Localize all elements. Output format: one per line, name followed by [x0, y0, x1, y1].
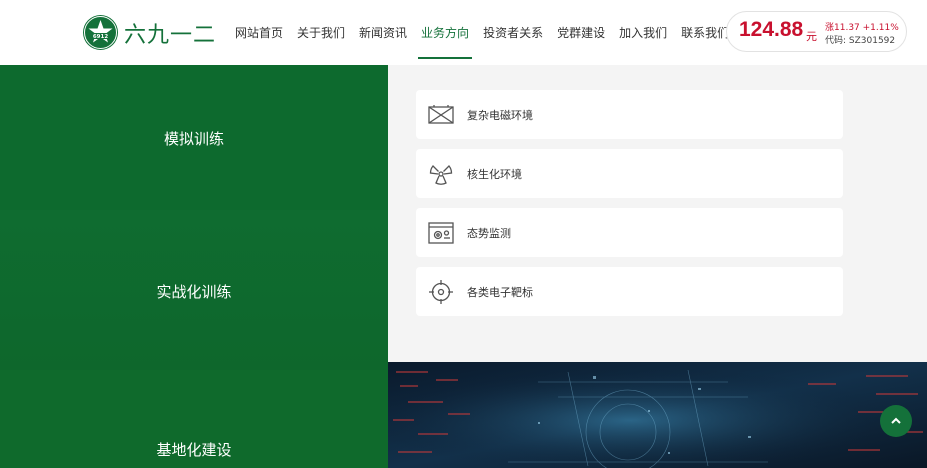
panel-label: 基地化建设 — [156, 440, 232, 459]
back-to-top-button[interactable] — [880, 405, 912, 437]
tech-background-image — [388, 362, 927, 468]
panel-label: 模拟训练 — [163, 130, 224, 148]
category-label: 核生化环境 — [467, 167, 522, 181]
nav-item-party[interactable]: 党群建设 — [550, 0, 612, 65]
logo[interactable]: 6912 六九一二 — [83, 15, 216, 50]
category-label: 复杂电磁环境 — [467, 108, 533, 122]
category-item-nbc[interactable]: 核生化环境 — [416, 149, 843, 198]
stock-price: 124.88 — [739, 18, 804, 41]
stock-ticker: 124.88 元 涨11.37 +1.11% 代码: SZ301592 — [726, 11, 907, 52]
main-nav: 网站首页 关于我们 新闻资讯 业务方向 投资者关系 党群建设 加入我们 联系我们 — [228, 0, 736, 65]
category-item-situation[interactable]: 态势监测 — [416, 208, 843, 257]
panel-simulation-training[interactable]: 模拟训练 — [0, 65, 388, 210]
site-header: 6912 六九一二 网站首页 关于我们 新闻资讯 业务方向 投资者关系 党群建设… — [0, 0, 927, 65]
panel-label: 实战化训练 — [156, 282, 232, 301]
nav-item-about[interactable]: 关于我们 — [290, 0, 352, 65]
brand-name: 六九一二 — [124, 22, 217, 48]
category-list: 复杂电磁环境 核生化环境 态势监测 各类电子靶标 — [388, 65, 927, 362]
category-item-targets[interactable]: 各类电子靶标 — [416, 267, 843, 316]
crosshair-target-icon — [427, 278, 455, 306]
monitor-gear-icon — [427, 219, 455, 247]
nav-item-careers[interactable]: 加入我们 — [612, 0, 674, 65]
nav-item-news[interactable]: 新闻资讯 — [352, 0, 414, 65]
stock-unit: 元 — [806, 30, 817, 43]
star-badge-icon: 6912 — [83, 15, 118, 50]
svg-text:6912: 6912 — [93, 34, 108, 40]
stock-change: 涨11.37 +1.11% — [825, 23, 899, 33]
category-label: 各类电子靶标 — [467, 285, 533, 299]
nav-item-home[interactable]: 网站首页 — [228, 0, 290, 65]
radiation-icon — [427, 160, 455, 188]
electromagnetic-box-icon — [427, 101, 455, 129]
panel-combat-training[interactable]: 实战化训练 — [0, 210, 388, 370]
category-item-electromagnetic[interactable]: 复杂电磁环境 — [416, 90, 843, 139]
chevron-up-icon — [891, 417, 901, 424]
nav-item-investors[interactable]: 投资者关系 — [476, 0, 550, 65]
category-label: 态势监测 — [467, 226, 511, 240]
panel-base-construction[interactable]: 基地化建设 — [0, 370, 388, 468]
stock-code: 代码: SZ301592 — [825, 36, 896, 46]
nav-item-business[interactable]: 业务方向 — [414, 0, 476, 65]
